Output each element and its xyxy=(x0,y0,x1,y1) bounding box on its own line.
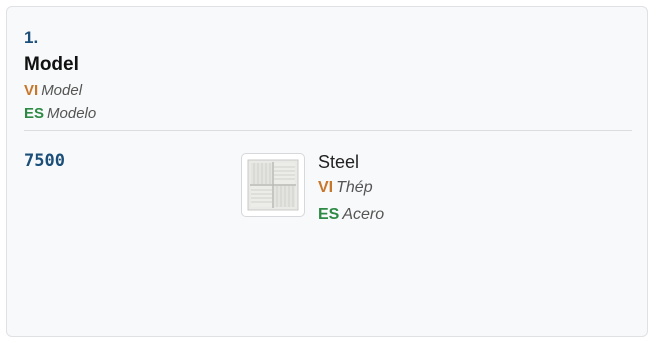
divider xyxy=(24,130,632,131)
title-translation-es: ES Modelo xyxy=(24,105,96,123)
lang-label-vi: VI xyxy=(24,82,39,99)
title-translation-vi: VI Model xyxy=(24,82,82,100)
translation-text-vi: Thép xyxy=(336,179,373,196)
model-code: 7500 xyxy=(24,151,65,171)
lang-label-vi: VI xyxy=(318,179,334,196)
translation-text-es: Acero xyxy=(342,206,385,223)
material-translation-vi: VI Thép xyxy=(318,179,373,197)
diffuser-grille-icon xyxy=(247,159,299,211)
material-name: Steel xyxy=(318,152,360,172)
model-field-card: 1. Model VI Model ES Modelo 7500 Steel V… xyxy=(6,6,648,337)
field-number: 1. xyxy=(24,28,39,47)
lang-label-es: ES xyxy=(24,105,45,122)
product-thumbnail[interactable] xyxy=(241,153,305,217)
material-translation-es: ES Acero xyxy=(318,206,384,224)
translation-text-es: Modelo xyxy=(47,105,97,122)
lang-label-es: ES xyxy=(318,206,340,223)
translation-text-vi: Model xyxy=(41,82,83,99)
field-title: Model xyxy=(24,54,79,75)
